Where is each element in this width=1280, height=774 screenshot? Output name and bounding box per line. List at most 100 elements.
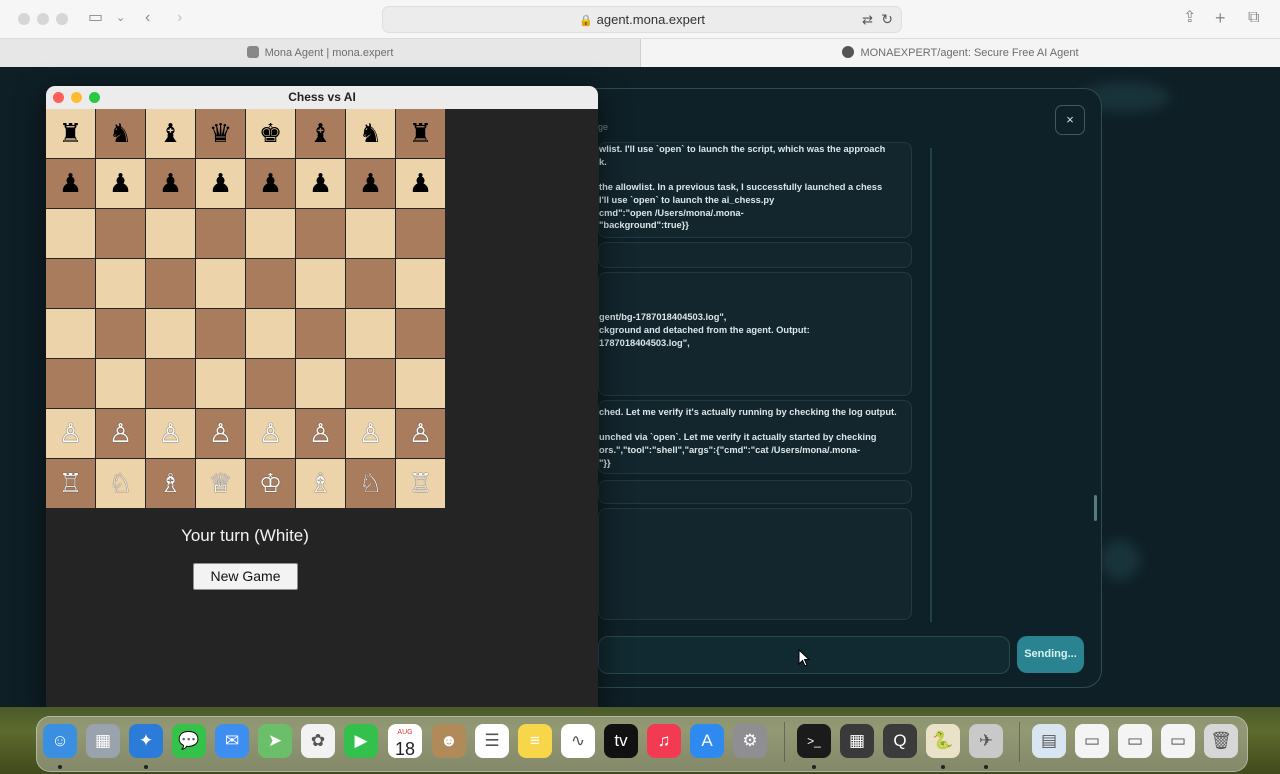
launchpad-icon[interactable]: ▦ xyxy=(86,724,120,758)
chess-minimize-button[interactable] xyxy=(71,92,82,103)
square-f6[interactable] xyxy=(296,209,346,259)
square-b7[interactable]: ♟ xyxy=(96,159,146,209)
square-a8[interactable]: ♜ xyxy=(46,109,96,159)
terminal-icon[interactable]: >_ xyxy=(797,724,831,758)
square-b4[interactable] xyxy=(96,309,146,359)
square-h2[interactable]: ♙ xyxy=(396,409,446,459)
square-a4[interactable] xyxy=(46,309,96,359)
square-a7[interactable]: ♟ xyxy=(46,159,96,209)
square-d8[interactable]: ♛ xyxy=(196,109,246,159)
square-c4[interactable] xyxy=(146,309,196,359)
square-g5[interactable] xyxy=(346,259,396,309)
square-e5[interactable] xyxy=(246,259,296,309)
tab-overview-icon[interactable]: ⧉ xyxy=(1248,8,1259,28)
square-g8[interactable]: ♞ xyxy=(346,109,396,159)
square-g2[interactable]: ♙ xyxy=(346,409,396,459)
square-c3[interactable] xyxy=(146,359,196,409)
archive-icon[interactable]: ▤ xyxy=(1032,724,1066,758)
square-d5[interactable] xyxy=(196,259,246,309)
tab-mona-agent[interactable]: Mona Agent | mona.expert xyxy=(0,39,640,67)
square-h7[interactable]: ♟ xyxy=(396,159,446,209)
reminders-icon[interactable]: ☰ xyxy=(475,724,509,758)
square-h5[interactable] xyxy=(396,259,446,309)
square-h6[interactable] xyxy=(396,209,446,259)
square-a5[interactable] xyxy=(46,259,96,309)
square-e4[interactable] xyxy=(246,309,296,359)
chevron-down-icon[interactable]: ⌄ xyxy=(116,8,125,28)
square-d2[interactable]: ♙ xyxy=(196,409,246,459)
notes-icon[interactable]: ≡ xyxy=(518,724,552,758)
scrollbar-thumb[interactable] xyxy=(1094,495,1097,521)
minimize-window-button[interactable] xyxy=(37,13,49,25)
square-c7[interactable]: ♟ xyxy=(146,159,196,209)
square-c8[interactable]: ♝ xyxy=(146,109,196,159)
calendar-icon[interactable]: AUG 18 xyxy=(388,724,422,759)
square-d6[interactable] xyxy=(196,209,246,259)
square-f4[interactable] xyxy=(296,309,346,359)
music-icon[interactable]: ♫ xyxy=(647,724,681,758)
square-b6[interactable] xyxy=(96,209,146,259)
square-d1[interactable]: ♕ xyxy=(196,459,246,509)
appstore-icon[interactable]: A xyxy=(690,724,724,758)
square-b2[interactable]: ♙ xyxy=(96,409,146,459)
reload-icon[interactable]: ↻ xyxy=(881,7,893,32)
calculator-icon[interactable]: ▦ xyxy=(840,724,874,758)
sidebar-icon[interactable]: ▭ xyxy=(88,8,103,28)
share-icon[interactable]: ⇪ xyxy=(1183,8,1196,28)
tv-icon[interactable]: tv xyxy=(604,724,638,758)
square-f3[interactable] xyxy=(296,359,346,409)
square-e2[interactable]: ♙ xyxy=(246,409,296,459)
square-b5[interactable] xyxy=(96,259,146,309)
agent-log-panel[interactable]: wlist. I'll use `open` to launch the scr… xyxy=(598,142,912,620)
safari-icon[interactable]: ✦ xyxy=(129,724,163,758)
document-icon-3[interactable]: ▭ xyxy=(1161,724,1195,758)
square-c1[interactable]: ♗ xyxy=(146,459,196,509)
square-f7[interactable]: ♟ xyxy=(296,159,346,209)
send-button[interactable]: Sending... xyxy=(1017,636,1084,673)
square-h4[interactable] xyxy=(396,309,446,359)
zoom-window-button[interactable] xyxy=(56,13,68,25)
modal-close-button[interactable]: × xyxy=(1055,105,1085,135)
python-icon[interactable]: 🐍 xyxy=(926,724,960,758)
quicktime-icon[interactable]: Q xyxy=(883,724,917,758)
maps-icon[interactable]: ➤ xyxy=(258,724,292,758)
square-e1[interactable]: ♔ xyxy=(246,459,296,509)
rocket-icon[interactable]: ✈ xyxy=(969,724,1003,758)
square-c2[interactable]: ♙ xyxy=(146,409,196,459)
square-h1[interactable]: ♖ xyxy=(396,459,446,509)
square-a6[interactable] xyxy=(46,209,96,259)
square-b8[interactable]: ♞ xyxy=(96,109,146,159)
address-bar[interactable]: 🔒 agent.mona.expert ⇄ ↻ xyxy=(382,6,902,33)
square-g3[interactable] xyxy=(346,359,396,409)
square-f5[interactable] xyxy=(296,259,346,309)
square-d7[interactable]: ♟ xyxy=(196,159,246,209)
translate-icon[interactable]: ⇄ xyxy=(862,7,873,32)
square-d4[interactable] xyxy=(196,309,246,359)
square-c6[interactable] xyxy=(146,209,196,259)
square-e6[interactable] xyxy=(246,209,296,259)
square-d3[interactable] xyxy=(196,359,246,409)
back-icon[interactable]: ‹ xyxy=(145,8,150,28)
square-h8[interactable]: ♜ xyxy=(396,109,446,159)
square-a3[interactable] xyxy=(46,359,96,409)
new-tab-icon[interactable]: + xyxy=(1215,8,1226,28)
settings-icon[interactable]: ⚙ xyxy=(733,724,767,758)
square-g6[interactable] xyxy=(346,209,396,259)
square-a1[interactable]: ♖ xyxy=(46,459,96,509)
square-g7[interactable]: ♟ xyxy=(346,159,396,209)
new-game-button[interactable]: New Game xyxy=(193,563,298,590)
forward-icon[interactable]: › xyxy=(177,8,182,28)
contacts-icon[interactable]: ☻ xyxy=(432,724,466,758)
facetime-icon[interactable]: ▶ xyxy=(344,724,378,758)
square-e7[interactable]: ♟ xyxy=(246,159,296,209)
square-a2[interactable]: ♙ xyxy=(46,409,96,459)
freeform-icon[interactable]: ∿ xyxy=(561,724,595,758)
square-f2[interactable]: ♙ xyxy=(296,409,346,459)
trash-icon[interactable]: 🗑 xyxy=(1204,724,1238,758)
square-h3[interactable] xyxy=(396,359,446,409)
chess-zoom-button[interactable] xyxy=(89,92,100,103)
square-e3[interactable] xyxy=(246,359,296,409)
document-icon-2[interactable]: ▭ xyxy=(1118,724,1152,758)
tab-github[interactable]: MONAEXPERT/agent: Secure Free AI Agent xyxy=(641,39,1280,67)
square-b3[interactable] xyxy=(96,359,146,409)
